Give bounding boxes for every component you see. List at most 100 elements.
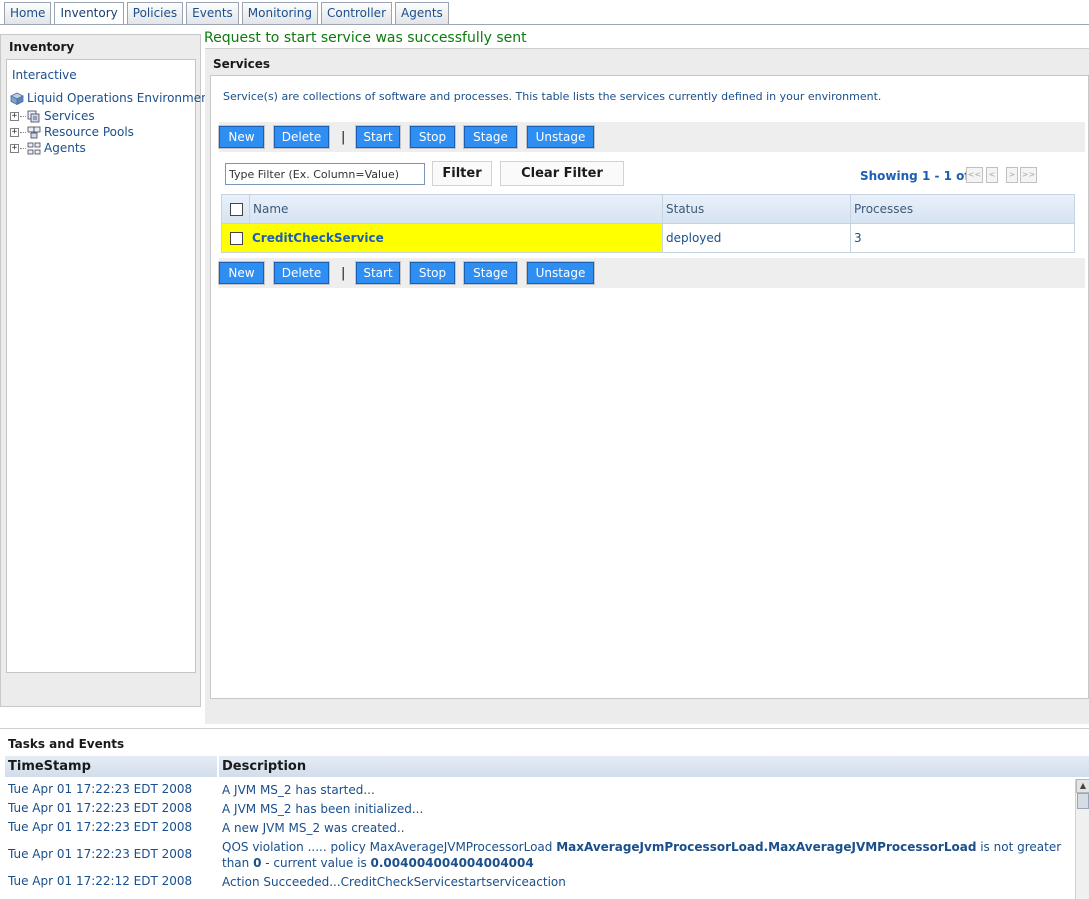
services-table: Name Status Processes CreditCheckService… [221, 194, 1075, 253]
services-description: Service(s) are collections of software a… [223, 90, 882, 103]
tab-policies[interactable]: Policies [126, 2, 184, 24]
first-page-button[interactable]: << [966, 167, 983, 183]
next-page-button[interactable]: > [1006, 167, 1018, 183]
column-header-processes[interactable]: Processes [854, 195, 913, 223]
event-timestamp: Tue Apr 01 17:22:23 EDT 2008 [8, 820, 193, 834]
event-description: QOS violation ..... policy MaxAverageJVM… [222, 839, 1072, 871]
select-all-checkbox[interactable] [230, 202, 243, 216]
column-divider [850, 195, 851, 223]
tree-root-label: Liquid Operations Environment [27, 91, 214, 105]
cube-icon [10, 92, 24, 105]
tab-inventory[interactable]: Inventory [54, 2, 124, 24]
service-status: deployed [666, 231, 722, 245]
filter-button[interactable]: Filter [432, 161, 492, 186]
prev-page-button[interactable]: < [986, 167, 998, 183]
filter-input[interactable] [225, 163, 425, 185]
tree-item-services[interactable]: + Services [10, 109, 95, 123]
agents-icon [27, 142, 41, 154]
tab-events[interactable]: Events [186, 2, 239, 24]
delete-button[interactable]: Delete [273, 261, 330, 285]
tab-monitoring[interactable]: Monitoring [241, 2, 318, 24]
column-header-description[interactable]: Description [219, 756, 1089, 777]
column-divider [850, 224, 851, 252]
event-policy-name: MaxAverageJvmProcessorLoad.MaxAverageJVM… [556, 840, 977, 854]
unstage-button[interactable]: Unstage [526, 261, 595, 285]
tree-label-agents: Agents [44, 141, 86, 155]
inventory-panel: Inventory Interactive Liquid Operations … [0, 34, 213, 707]
services-icon [27, 110, 40, 122]
tab-agents[interactable]: Agents [395, 2, 449, 24]
event-description: A JVM MS_2 has been initialized... [222, 802, 424, 816]
tree-label-services: Services [44, 109, 95, 123]
tree-root[interactable]: Liquid Operations Environment [10, 91, 213, 105]
success-message: Request to start service was successfull… [204, 30, 527, 46]
main-tabs: Home Inventory Policies Events Monitorin… [4, 2, 449, 24]
resource-pools-icon [27, 126, 41, 138]
toolbar-separator: | [341, 130, 346, 145]
tasks-events-panel: Tasks and Events TimeStamp Description T… [0, 728, 1089, 899]
event-description: A JVM MS_2 has started... [222, 783, 375, 797]
tasks-header: TimeStamp Description [5, 756, 1089, 777]
row-checkbox[interactable] [230, 231, 243, 245]
unstage-button[interactable]: Unstage [526, 125, 595, 149]
tab-home[interactable]: Home [4, 2, 52, 24]
event-description: Action Succeeded...CreditCheckServicesta… [222, 875, 566, 889]
service-name-link[interactable]: CreditCheckService [252, 224, 384, 252]
event-timestamp: Tue Apr 01 17:22:12 EDT 2008 [8, 874, 193, 888]
clear-filter-button[interactable]: Clear Filter [500, 161, 624, 186]
stage-button[interactable]: Stage [463, 125, 518, 149]
tree-item-resource-pools[interactable]: + Resource Pools [10, 125, 134, 139]
scroll-thumb[interactable] [1077, 793, 1089, 809]
services-toolbar-bottom: New Delete | Start Stop Stage Unstage [218, 258, 1085, 288]
event-timestamp: Tue Apr 01 17:22:23 EDT 2008 [8, 782, 193, 796]
tasks-scrollbar[interactable]: ▲ [1075, 779, 1089, 899]
services-content: Service(s) are collections of software a… [210, 75, 1089, 699]
pagination-status: Showing 1 - 1 of 1 [860, 169, 983, 183]
select-all-cell [230, 195, 243, 223]
row-select-cell [230, 224, 243, 252]
expand-icon[interactable]: + [10, 127, 19, 137]
column-header-status[interactable]: Status [666, 195, 704, 223]
column-divider [662, 195, 663, 223]
tree-label-resource-pools: Resource Pools [44, 125, 134, 139]
start-button[interactable]: Start [355, 125, 401, 149]
tasks-title: Tasks and Events [8, 737, 125, 751]
new-button[interactable]: New [218, 261, 265, 285]
new-button[interactable]: New [218, 125, 265, 149]
start-button[interactable]: Start [355, 261, 401, 285]
event-text: - current value is [261, 856, 371, 870]
tab-divider [0, 24, 1089, 25]
scroll-up-arrow-icon[interactable]: ▲ [1076, 779, 1089, 793]
event-timestamp: Tue Apr 01 17:22:23 EDT 2008 [8, 801, 193, 815]
event-text: QOS violation ..... policy MaxAverageJVM… [222, 840, 557, 854]
services-panel: Services Service(s) are collections of s… [205, 48, 1089, 724]
stop-button[interactable]: Stop [409, 261, 456, 285]
delete-button[interactable]: Delete [273, 125, 330, 149]
inventory-tree: Interactive Liquid Operations Environmen… [6, 59, 213, 673]
tab-controller[interactable]: Controller [320, 2, 392, 24]
services-title: Services [213, 57, 271, 71]
service-processes: 3 [854, 231, 862, 245]
expand-icon[interactable]: + [10, 111, 19, 121]
table-row[interactable]: CreditCheckService deployed 3 [222, 223, 1074, 252]
last-page-button[interactable]: >> [1020, 167, 1037, 183]
column-header-timestamp[interactable]: TimeStamp [5, 756, 217, 777]
tree-connector [20, 115, 26, 117]
tree-connector [20, 131, 26, 133]
column-divider [662, 224, 663, 252]
column-divider [249, 195, 250, 223]
column-header-name[interactable]: Name [253, 195, 288, 223]
inventory-title: Inventory [9, 40, 75, 54]
toolbar-separator: | [341, 266, 346, 281]
tree-connector [20, 147, 26, 149]
stop-button[interactable]: Stop [409, 125, 456, 149]
event-current-value: 0.004004004004004004 [370, 856, 534, 870]
expand-icon[interactable]: + [10, 143, 19, 153]
event-description: A new JVM MS_2 was created.. [222, 821, 405, 835]
stage-button[interactable]: Stage [463, 261, 518, 285]
table-header: Name Status Processes [222, 195, 1074, 223]
event-timestamp: Tue Apr 01 17:22:23 EDT 2008 [8, 847, 193, 861]
tree-item-agents[interactable]: + Agents [10, 141, 86, 155]
interactive-link[interactable]: Interactive [12, 68, 77, 82]
services-toolbar-top: New Delete | Start Stop Stage Unstage [218, 122, 1085, 152]
